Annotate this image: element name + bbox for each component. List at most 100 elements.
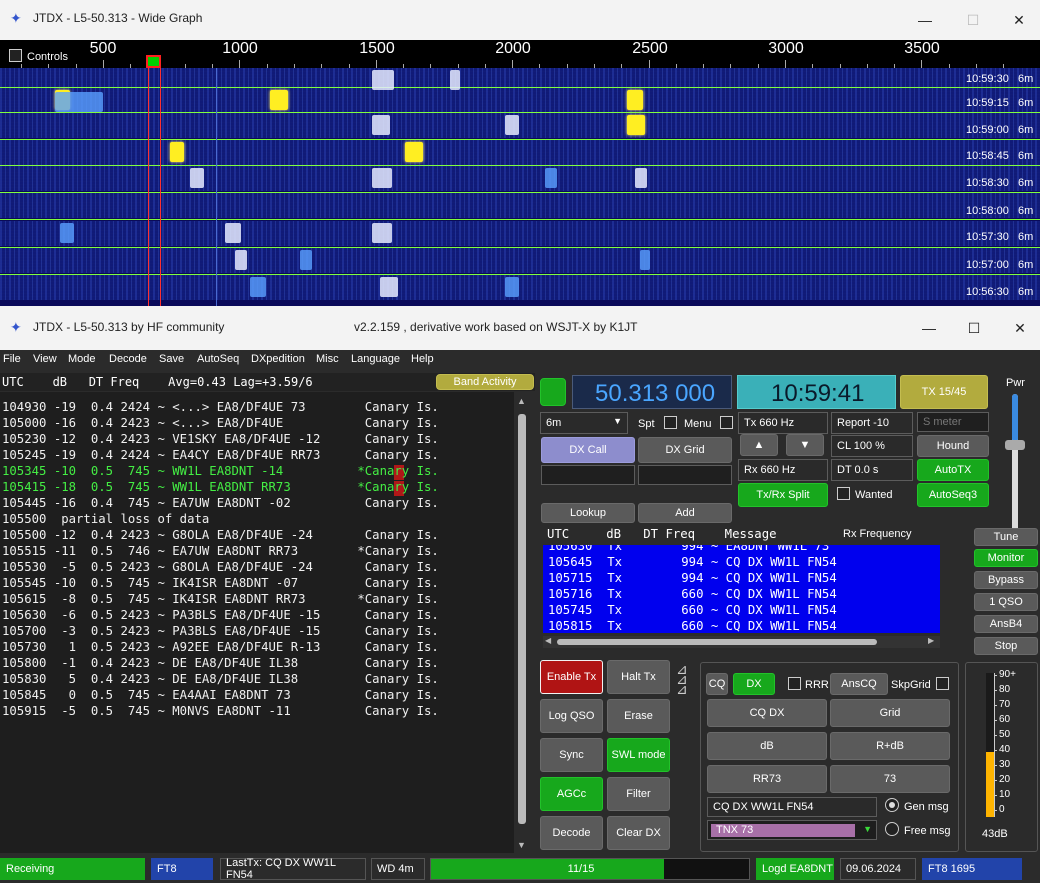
- menu-save[interactable]: Save: [159, 353, 184, 365]
- autoseq3-button[interactable]: AutoSeq3: [917, 483, 989, 507]
- bypass-button[interactable]: Bypass: [974, 571, 1038, 589]
- power-slider-handle[interactable]: [1005, 440, 1025, 450]
- rx-row[interactable]: 105715 Tx 994 ~ CQ DX WW1L FN54: [548, 571, 938, 585]
- tx-freq-marker[interactable]: [146, 55, 161, 68]
- sync-button[interactable]: Sync: [540, 738, 603, 772]
- rx-list-scroll-thumb[interactable]: [557, 639, 877, 645]
- scroll-up-icon[interactable]: ▲: [517, 396, 526, 406]
- frequency-scale[interactable]: Controls 500 1000 1500 2000 2500 3000 35…: [0, 40, 1040, 68]
- enable-tx-button[interactable]: Enable Tx: [540, 660, 603, 694]
- tx-down-button[interactable]: ▼: [786, 434, 824, 456]
- scroll-down-icon[interactable]: ▼: [517, 840, 526, 850]
- menu-autoseq[interactable]: AutoSeq: [197, 353, 239, 365]
- waterfall-display[interactable]: 10:59:30 6m 10:59:15 6m 10:59:00 6m 10:58:4…: [0, 68, 1040, 306]
- wanted-checkbox[interactable]: [837, 487, 850, 500]
- dt-spinbox[interactable]: DT 0.0 s: [831, 459, 913, 481]
- decode-row[interactable]: 105545 -10 0.5 745 ~ IK4ISR EA8DNT -07 C…: [2, 576, 512, 592]
- free-msg-select[interactable]: TNX 73 ▼: [707, 820, 877, 840]
- tx-up-button[interactable]: ▲: [740, 434, 778, 456]
- decode-row[interactable]: 105000 -16 0.4 2423 ~ <...> EA8/DF4UE Ca…: [2, 416, 512, 432]
- rx-row[interactable]: 105716 Tx 660 ~ CQ DX WW1L FN54: [548, 587, 938, 601]
- decode-row[interactable]: 105445 -16 0.4 745 ~ EA7UW EA8DNT -02 Ca…: [2, 496, 512, 512]
- dial-frequency-display[interactable]: 50.313 000: [572, 375, 732, 409]
- decode-row[interactable]: 105615 -8 0.5 745 ~ IK4ISR EA8DNT RR73 *…: [2, 592, 512, 608]
- rx-row[interactable]: 105815 Tx 660 ~ CQ DX WW1L FN54: [548, 619, 938, 633]
- menu-language[interactable]: Language: [351, 353, 400, 365]
- menu-file[interactable]: File: [3, 353, 21, 365]
- decode-row[interactable]: 105830 5 0.4 2423 ~ DE EA8/DF4UE IL38 Ca…: [2, 672, 512, 688]
- decode-row[interactable]: 104930 -19 0.4 2424 ~ <...> EA8/DF4UE 73…: [2, 400, 512, 416]
- menu-checkbox[interactable]: [720, 416, 733, 429]
- controls-checkbox[interactable]: [9, 49, 22, 62]
- skpgrid-checkbox[interactable]: [936, 677, 949, 690]
- dx-call-button[interactable]: DX Call: [541, 437, 635, 463]
- band-activity-button[interactable]: Band Activity: [436, 374, 534, 390]
- menu-dxpedition[interactable]: DXpedition: [251, 353, 305, 365]
- scroll-left-icon[interactable]: ◀: [545, 636, 551, 645]
- grid-message-button[interactable]: Grid: [830, 699, 950, 727]
- tx-rx-split-button[interactable]: Tx/Rx Split: [738, 483, 828, 507]
- rx-row[interactable]: 105745 Tx 660 ~ CQ DX WW1L FN54: [548, 603, 938, 617]
- decode-row[interactable]: 105245 -19 0.4 2424 ~ EA4CY EA8/DF4UE RR…: [2, 448, 512, 464]
- cq-button[interactable]: CQ: [706, 673, 728, 695]
- menu-view[interactable]: View: [33, 353, 57, 365]
- menu-misc[interactable]: Misc: [316, 353, 339, 365]
- close-icon[interactable]: ✕: [996, 0, 1040, 40]
- r-db-message-button[interactable]: R+dB: [830, 732, 950, 760]
- dx-grid-input[interactable]: [638, 465, 732, 485]
- swl-mode-button[interactable]: SWL mode: [607, 738, 670, 772]
- rx-frequency-spinbox[interactable]: Rx 660 Hz: [738, 459, 828, 481]
- menu-help[interactable]: Help: [411, 353, 434, 365]
- decode-row[interactable]: 105515 -11 0.5 746 ~ EA7UW EA8DNT RR73 *…: [2, 544, 512, 560]
- tune-button[interactable]: Tune: [974, 528, 1038, 546]
- report-spinbox[interactable]: Report -10: [831, 412, 913, 434]
- dx-grid-button[interactable]: DX Grid: [638, 437, 732, 463]
- erase-button[interactable]: Erase: [607, 699, 670, 733]
- tx-frequency-spinbox[interactable]: Tx 660 Hz: [738, 412, 828, 434]
- monitor-button[interactable]: Monitor: [974, 549, 1038, 567]
- db-message-button[interactable]: dB: [707, 732, 827, 760]
- filter-button[interactable]: Filter: [607, 777, 670, 811]
- scroll-right-icon[interactable]: ▶: [928, 636, 934, 645]
- cl-spinbox[interactable]: CL 100 %: [831, 435, 913, 457]
- decode-row[interactable]: 105700 -3 0.5 2423 ~ PA3BLS EA8/DF4UE -1…: [2, 624, 512, 640]
- autotx-button[interactable]: AutoTX: [917, 459, 989, 481]
- decode-scroll-thumb[interactable]: [518, 414, 526, 824]
- decode-row[interactable]: 105630 -6 0.5 2423 ~ PA3BLS EA8/DF4UE -1…: [2, 608, 512, 624]
- decode-row[interactable]: 105915 -5 0.5 745 ~ M0NVS EA8DNT -11 Can…: [2, 704, 512, 720]
- rr73-message-button[interactable]: RR73: [707, 765, 827, 793]
- s-meter-field[interactable]: S meter: [917, 412, 989, 432]
- spt-checkbox[interactable]: [664, 416, 677, 429]
- rx-list-scrollbar[interactable]: ◀ ▶: [543, 636, 940, 648]
- band-select[interactable]: 6m ▼: [540, 412, 628, 434]
- seventy-three-message-button[interactable]: 73: [830, 765, 950, 793]
- menu-decode[interactable]: Decode: [109, 353, 147, 365]
- menu-mode[interactable]: Mode: [68, 353, 96, 365]
- free-msg-radio[interactable]: [885, 822, 899, 836]
- minimize-icon[interactable]: —: [902, 0, 948, 40]
- dx-button[interactable]: DX: [733, 673, 775, 695]
- tx-period-button[interactable]: TX 15/45: [900, 375, 988, 409]
- log-qso-button[interactable]: Log QSO: [540, 699, 603, 733]
- main-titlebar[interactable]: ✦ JTDX - L5-50.313 by HF community v2.2.…: [0, 306, 1040, 350]
- tab-selector-icon[interactable]: ⊿ ⊿ ⊿: [676, 662, 688, 696]
- halt-tx-button[interactable]: Halt Tx: [607, 660, 670, 694]
- decode-button[interactable]: Decode: [540, 816, 603, 850]
- gen-msg-field[interactable]: CQ DX WW1L FN54: [707, 797, 877, 817]
- gen-msg-radio[interactable]: [885, 798, 899, 812]
- power-slider-track[interactable]: [1005, 394, 1025, 534]
- maximize-icon[interactable]: ☐: [951, 306, 997, 350]
- stop-button[interactable]: Stop: [974, 637, 1038, 655]
- rx-row[interactable]: 105630 Tx 994 ~ EA8DNT WW1L 73: [548, 545, 938, 553]
- decode-row[interactable]: 105530 -5 0.5 2423 ~ G8OLA EA8/DF4UE -24…: [2, 560, 512, 576]
- clear-dx-button[interactable]: Clear DX: [607, 816, 670, 850]
- decode-scrollbar[interactable]: ▲ ▼: [514, 396, 530, 854]
- close-icon[interactable]: ✕: [997, 306, 1040, 350]
- decode-row[interactable]: 105500 -12 0.4 2423 ~ G8OLA EA8/DF4UE -2…: [2, 528, 512, 544]
- add-button[interactable]: Add: [638, 503, 732, 523]
- decode-row[interactable]: 105415 -18 0.5 745 ~ WW1L EA8DNT RR73 *C…: [2, 480, 512, 496]
- decode-row[interactable]: 105500 partial loss of data: [2, 512, 512, 528]
- rx-row[interactable]: 105645 Tx 994 ~ CQ DX WW1L FN54: [548, 555, 938, 569]
- ansb4-button[interactable]: AnsB4: [974, 615, 1038, 633]
- minimize-icon[interactable]: —: [906, 306, 952, 350]
